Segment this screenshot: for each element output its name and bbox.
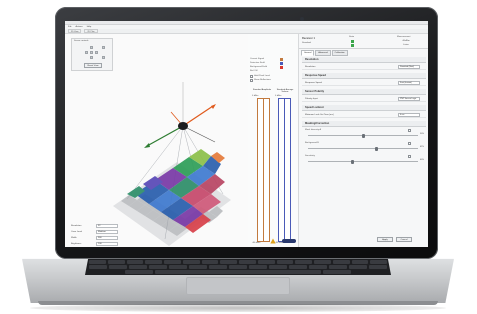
slider-row: Sensitivity 40%: [302, 155, 426, 165]
polarity-row: Polarity Input PNP Source Logic: [302, 96, 426, 102]
settings-panel: Receiver 1 Standard State Measurement -8…: [298, 34, 428, 247]
device-sub: Standard: [302, 42, 311, 44]
background-slider[interactable]: [308, 146, 418, 151]
hold-peak-checkbox[interactable]: [250, 75, 253, 78]
slider-value: 50%: [419, 133, 424, 135]
left-meter-label: Standard Amplitude: [252, 89, 272, 91]
slider-enable-checkbox[interactable]: [408, 142, 411, 145]
legend-item: Detection Field: [250, 62, 265, 64]
right-level-meter: [278, 98, 291, 242]
measurement-sub: Listen: [403, 44, 409, 46]
row-label: Resolution: [305, 66, 316, 68]
meter-needle: [263, 99, 264, 241]
row-label: Response Speed: [305, 82, 322, 84]
measurement-value: -80dBm: [402, 40, 410, 42]
warning-icon: [270, 238, 276, 244]
legend-swatch: [280, 58, 283, 61]
lockout-row: Minimum Lock-Out Time (ms) 0 ms: [302, 112, 426, 118]
mask-intensity-slider[interactable]: [308, 133, 418, 138]
view-parameters-panel: Resolution 32 Cone Level Medium Width 36…: [71, 216, 121, 247]
legend-item: Hold Peak Level: [254, 75, 270, 77]
meter-legend: Current Signal Detection Field Backgroun…: [250, 58, 296, 90]
slider-value: 40%: [419, 159, 424, 161]
tab-calibration[interactable]: Calibration: [331, 50, 348, 56]
param-row: Resolution 32: [71, 224, 121, 228]
lockout-select[interactable]: 0 ms: [398, 113, 420, 117]
slider-value: 62%: [419, 146, 424, 148]
param-row: Cone Level Medium: [71, 230, 121, 234]
device-name: Receiver 1: [302, 37, 315, 40]
right-meter-label: Standard Average Volume: [276, 89, 294, 94]
brand-logo: [282, 239, 296, 243]
meter-needle: [284, 99, 285, 241]
slider-label: Mask Intensity A: [305, 129, 321, 131]
section-masking[interactable]: Masking/Correction: [302, 121, 426, 127]
sensor-device-icon[interactable]: [178, 122, 188, 130]
cancel-button[interactable]: Cancel: [396, 237, 412, 242]
param-row: Brightness 100: [71, 242, 121, 246]
legend-item: Current Signal: [250, 58, 264, 60]
resolution-select[interactable]: Standard (Med): [398, 65, 420, 69]
section-resolution[interactable]: Resolution: [302, 57, 426, 63]
slider-label: Sensitivity: [305, 155, 315, 157]
keyboard: [85, 259, 391, 275]
laptop-screen: File Actions Help 3D View 2D Plan Scene …: [65, 21, 428, 247]
show-reflections-checkbox[interactable]: [250, 79, 253, 82]
right-meter-top: 0 dBm: [275, 95, 282, 97]
section-sensor-polarity[interactable]: Sensor Polarity: [302, 89, 426, 95]
legend-item: Show Reflections: [254, 79, 271, 81]
param-label: Width: [71, 237, 77, 239]
tab-advanced[interactable]: Advanced: [315, 50, 331, 56]
slider-enable-checkbox[interactable]: [408, 129, 411, 132]
slider-enable-checkbox[interactable]: [408, 155, 411, 158]
legend-swatch: [280, 66, 283, 69]
section-response-speed[interactable]: Response Speed: [302, 73, 426, 79]
legend-item: Background Field: [250, 66, 268, 68]
laptop-shadow: [30, 304, 446, 312]
section-speed-lockout[interactable]: Speed Lockout: [302, 105, 426, 111]
param-value-field[interactable]: 360: [96, 236, 118, 240]
tab-general[interactable]: General: [301, 50, 315, 56]
slider-handle[interactable]: [361, 133, 365, 138]
polarity-select[interactable]: PNP Source Logic: [398, 97, 420, 101]
left-level-meter: [257, 98, 270, 242]
settings-tabs: General Advanced Calibration: [301, 50, 348, 56]
key-row: [89, 260, 387, 264]
tab-2d-plan[interactable]: 2D Plan: [84, 29, 98, 33]
response-speed-select[interactable]: Fast (Instant): [398, 81, 420, 85]
param-row: Width 360: [71, 236, 121, 240]
row-label: Minimum Lock-Out Time (ms): [305, 114, 334, 116]
sensitivity-slider[interactable]: [308, 159, 418, 164]
param-value-field[interactable]: 32: [96, 224, 118, 228]
slider-row: Background B 62%: [302, 142, 426, 152]
status-light-icon: [351, 40, 354, 47]
slider-handle[interactable]: [374, 146, 378, 151]
param-value-field[interactable]: 100: [96, 242, 118, 246]
trackpad[interactable]: [186, 277, 290, 295]
axis-gizmo: [144, 82, 216, 148]
state-label: State: [349, 36, 355, 38]
slider-row: Mask Intensity A 50%: [302, 129, 426, 139]
key-row: [125, 270, 351, 274]
row-label: Polarity Input: [305, 98, 318, 100]
slider-label: Background B: [305, 142, 319, 144]
param-label: Resolution: [71, 225, 82, 227]
legend-item: Ref. Fill: [250, 70, 258, 72]
response-speed-row: Response Speed Fast (Instant): [302, 80, 426, 86]
3d-viewport[interactable]: Scene controls Reset View Resolution 32 …: [65, 34, 248, 247]
left-meter-bottom: -80 dBm: [252, 242, 261, 244]
device-header: Receiver 1 Standard State Measurement -8…: [299, 34, 428, 49]
slider-handle[interactable]: [350, 159, 354, 164]
resolution-row: Resolution Standard (Med): [302, 64, 426, 70]
level-meters: Current Signal Detection Field Backgroun…: [248, 34, 298, 247]
apply-button[interactable]: Apply: [377, 237, 393, 242]
legend-swatch: [280, 62, 283, 65]
param-label: Brightness: [71, 243, 82, 245]
measurement-label: Measurement: [397, 36, 411, 38]
left-meter-top: 0 dBm: [252, 95, 259, 97]
param-label: Cone Level: [71, 231, 83, 233]
param-value-field[interactable]: Medium: [96, 230, 118, 234]
tab-3d-view[interactable]: 3D View: [68, 29, 82, 33]
key-row: [89, 265, 387, 269]
